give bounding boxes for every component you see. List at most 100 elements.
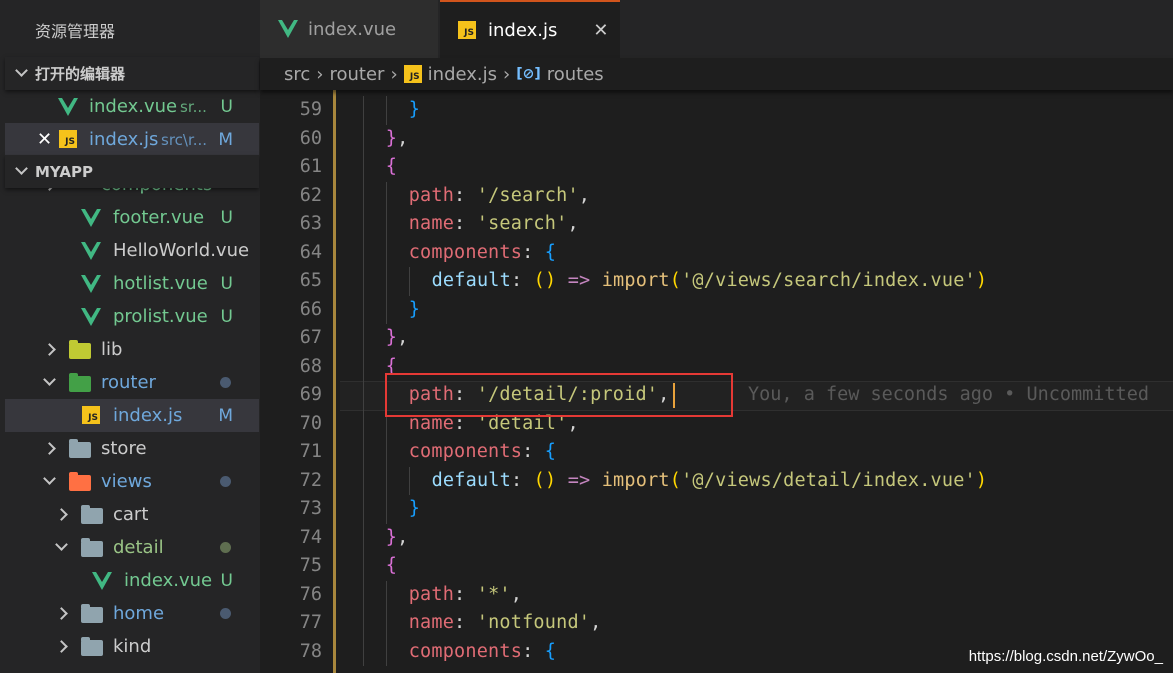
git-gutter-modified [333, 90, 336, 673]
indent-guide [385, 637, 387, 666]
chevron-right-icon [55, 508, 68, 521]
code-line: { [386, 153, 397, 182]
code-token: , [397, 127, 409, 149]
item-label: kind [113, 636, 152, 657]
code-token: default [431, 270, 511, 291]
code-line: components: { [409, 239, 556, 268]
code-token: } [408, 498, 421, 519]
line-number: 69 [299, 384, 322, 405]
chevron-right-icon: › [503, 63, 511, 85]
vue-file-icon [58, 98, 78, 116]
indent-guide [385, 238, 387, 267]
git-status-badge: U [220, 207, 233, 228]
tree-item-router[interactable]: router [5, 366, 259, 399]
code-editor[interactable]: 59} 60}, 61 {62 path: '/search', 63 name: 'sea… [260, 90, 1173, 673]
section-open-editors[interactable]: 打开的编辑器 [5, 57, 259, 90]
code-token: } [408, 99, 421, 120]
line-number: 61 [299, 156, 322, 177]
vue-file-icon [81, 308, 101, 326]
git-status-badge: U [220, 570, 233, 591]
close-icon[interactable]: ✕ [37, 129, 52, 150]
indent-guide [362, 609, 364, 638]
code-token: : [522, 441, 545, 462]
git-status-badge: U [220, 96, 233, 117]
tree-item-prolist-vue[interactable]: prolist.vue U [5, 300, 259, 333]
code-token: : [522, 640, 545, 662]
item-label: index.vue [124, 570, 213, 591]
tree-item-detail[interactable]: detail [5, 531, 259, 564]
code-line: name: 'search', [409, 210, 579, 239]
chevron-down-icon [43, 472, 56, 485]
indent-guide [408, 267, 410, 296]
code-token: } [385, 327, 398, 348]
item-label: store [101, 438, 147, 459]
tree-item-index-vue[interactable]: index.vue U [5, 564, 259, 597]
line-number: 60 [299, 127, 322, 149]
breadcrumb-item[interactable]: router [329, 64, 384, 85]
code-token: : [454, 583, 477, 605]
modified-dot [220, 377, 231, 388]
open-editor-item[interactable]: index.vue sr... U [5, 90, 259, 123]
tree-item-helloworld-vue[interactable]: HelloWorld.vue [5, 234, 259, 267]
modified-dot [220, 542, 231, 553]
indent-guide [362, 324, 364, 353]
code-line: { [386, 552, 397, 581]
code-token: ( [669, 469, 682, 491]
js-file-icon: JS [59, 130, 77, 148]
code-token: => [567, 270, 591, 291]
code-token: , [510, 583, 523, 605]
item-label: prolist.vue [113, 306, 208, 327]
tree-item-cart[interactable]: cart [5, 498, 259, 531]
indent-guide [362, 637, 364, 666]
tab-index-js[interactable]: JS index.js ✕ [440, 0, 620, 58]
tree-item-views[interactable]: views [5, 465, 259, 498]
chevron-right-icon: › [390, 63, 398, 85]
code-token: '/search' [476, 184, 579, 206]
item-label: views [101, 471, 152, 492]
item-label: sr... [180, 97, 207, 116]
line-number: 62 [299, 184, 322, 206]
code-token: : [454, 612, 477, 633]
breadcrumb-item[interactable]: src [284, 64, 310, 85]
tree-item-footer-vue[interactable]: footer.vue U [5, 201, 259, 234]
section-myapp[interactable]: MYAPP [5, 155, 259, 188]
line-number: 73 [299, 498, 322, 519]
code-token: () [533, 270, 557, 291]
cart-folder-icon [81, 505, 103, 524]
js-file-icon: JS [458, 21, 476, 39]
views-folder-icon [69, 472, 91, 491]
tree-item-index-js[interactable]: JS index.js M [5, 399, 259, 432]
indent-guide [362, 210, 364, 239]
chevron-right-icon [43, 442, 56, 455]
code-token: { [544, 441, 557, 462]
git-status-badge: M [218, 129, 233, 150]
line-number: 78 [299, 640, 322, 662]
tree-item-home[interactable]: home [5, 597, 259, 630]
tree-item-store[interactable]: store [5, 432, 259, 465]
code-line: components: { [409, 638, 556, 667]
tree-item-lib[interactable]: lib [5, 333, 259, 366]
item-label: index.js [89, 129, 159, 150]
open-editor-item[interactable]: ✕ JS index.js src\r... M [5, 123, 259, 156]
code-token: 'search' [476, 213, 568, 234]
item-label: index.vue [89, 96, 178, 117]
code-token: : [510, 469, 534, 491]
breadcrumb-item[interactable]: index.js [428, 64, 497, 85]
modified-dot [220, 608, 231, 619]
tree-item-hotlist-vue[interactable]: hotlist.vue U [5, 267, 259, 300]
code-token: } [385, 526, 398, 548]
chevron-right-icon [43, 343, 56, 356]
js-file-icon: JS [403, 65, 422, 83]
code-token: '@/views/detail/index.vue' [681, 469, 976, 491]
breadcrumb-item[interactable]: routes [547, 64, 604, 85]
code-token: ) [975, 469, 988, 491]
tree-item-kind[interactable]: kind [5, 630, 259, 663]
chevron-right-icon [55, 607, 68, 620]
indent-guide [362, 238, 364, 267]
git-blame-annotation: You, a few seconds ago • Uncommitted [748, 384, 1149, 405]
tab-index-vue[interactable]: index.vue [260, 0, 438, 58]
vue-file-icon [92, 572, 112, 590]
close-icon[interactable]: ✕ [593, 20, 608, 41]
indent-guide [385, 495, 387, 524]
